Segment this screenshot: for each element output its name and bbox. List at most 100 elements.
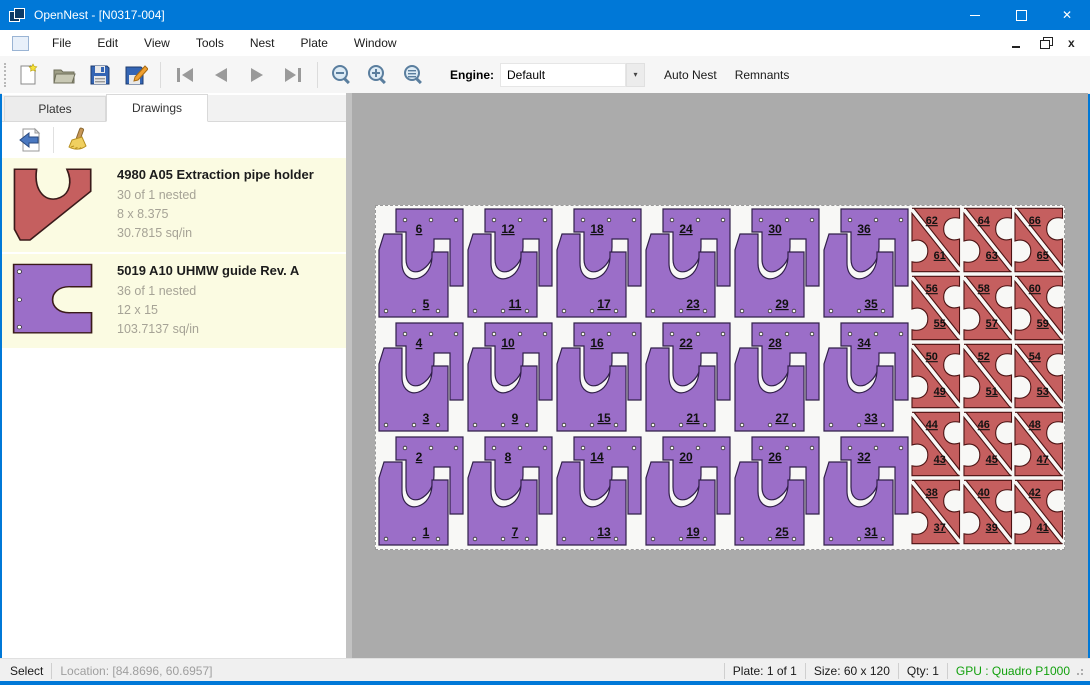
go-first-button[interactable] [168, 60, 202, 90]
part-number: 27 [775, 411, 789, 425]
nest-cell-purple-15-16[interactable]: 1615 [554, 320, 643, 434]
go-last-icon [281, 63, 305, 87]
tab-plates[interactable]: Plates [4, 96, 106, 121]
auto-nest-button[interactable]: Auto Nest [655, 62, 726, 88]
menu-item-plate[interactable]: Plate [288, 31, 341, 55]
return-drawing-icon [17, 127, 43, 153]
nest-cell-purple-1-2[interactable]: 21 [376, 434, 465, 548]
nest-cell-purple-23-24[interactable]: 2423 [643, 206, 732, 320]
part-number: 13 [597, 525, 611, 539]
part-number: 40 [977, 487, 989, 499]
toolbar-grip[interactable] [4, 63, 10, 87]
nest-cell-purple-13-14[interactable]: 1413 [554, 434, 643, 548]
menu-item-nest[interactable]: Nest [237, 31, 288, 55]
mdi-close-button[interactable]: x [1068, 37, 1082, 49]
engine-value: Default [507, 68, 545, 82]
drawing-nested-count: 30 of 1 nested [117, 186, 314, 205]
drawing-thumbnail [12, 263, 107, 331]
nest-cell-red-49-50[interactable]: 5049 [910, 342, 962, 410]
menu-item-view[interactable]: View [131, 31, 183, 55]
nest-cell-purple-35-36[interactable]: 3635 [821, 206, 910, 320]
nest-cell-purple-27-28[interactable]: 28 27 [732, 320, 821, 434]
save-button[interactable] [83, 60, 117, 90]
nest-cell-red-57-58[interactable]: 5857 [962, 274, 1014, 342]
nest-cell-red-45-46[interactable]: 4645 [962, 410, 1014, 478]
part-number: 12 [501, 222, 515, 236]
menu-item-file[interactable]: File [39, 31, 84, 55]
part-number: 42 [1029, 487, 1041, 499]
nest-cell-purple-25-26[interactable]: 2625 [732, 434, 821, 548]
part-number: 61 [934, 250, 946, 262]
nest-cell-red-41-42[interactable]: 42 41 [1013, 478, 1065, 546]
go-previous-button[interactable] [204, 60, 238, 90]
nest-cell-purple-7-8[interactable]: 87 [465, 434, 554, 548]
maximize-button[interactable] [998, 0, 1044, 30]
menu-item-window[interactable]: Window [341, 31, 410, 55]
drawing-item-1[interactable]: 4980 A05 Extraction pipe holder 30 of 1 n… [2, 158, 346, 252]
part-number: 29 [775, 297, 789, 311]
drawing-title: 5019 A10 UHMW guide Rev. A [117, 263, 299, 278]
nest-cell-red-65-66[interactable]: 6665 [1013, 206, 1065, 274]
nest-cell-red-47-48[interactable]: 4847 [1013, 410, 1065, 478]
menu-item-edit[interactable]: Edit [84, 31, 131, 55]
minimize-button[interactable] [952, 0, 998, 30]
drawing-item-2[interactable]: 5019 A10 UHMW guide Rev. A36 of 1 nested… [2, 254, 346, 348]
mdi-restore-button[interactable] [1040, 37, 1054, 49]
part-number: 64 [977, 215, 989, 227]
mdi-minimize-button[interactable] [1012, 37, 1026, 49]
statusbar-mode: Select [10, 664, 43, 678]
engine-dropdown-arrow[interactable]: ▾ [626, 63, 645, 87]
go-last-button[interactable] [276, 60, 310, 90]
go-next-button[interactable] [240, 60, 274, 90]
nest-cell-purple-11-12[interactable]: 1211 [465, 206, 554, 320]
nest-cell-red-53-54[interactable]: 5453 [1013, 342, 1065, 410]
mdi-document-icon [12, 36, 29, 51]
part-number: 20 [679, 450, 693, 464]
new-document-button[interactable] [11, 60, 45, 90]
drawing-title: 4980 A05 Extraction pipe holder [117, 167, 314, 182]
nest-cell-red-55-56[interactable]: 5655 [910, 274, 962, 342]
menu-item-tools[interactable]: Tools [183, 31, 237, 55]
window-title: OpenNest - [N0317-004] [34, 8, 165, 22]
nest-cell-purple-31-32[interactable]: 3231 [821, 434, 910, 548]
part-number: 28 [768, 336, 782, 350]
remnants-button[interactable]: Remnants [726, 62, 799, 88]
nest-cell-purple-9-10[interactable]: 109 [465, 320, 554, 434]
tab-drawings[interactable]: Drawings [106, 94, 208, 122]
nest-cell-purple-3-4[interactable]: 43 [376, 320, 465, 434]
nest-cell-purple-19-20[interactable]: 2019 [643, 434, 732, 548]
part-number: 18 [590, 222, 604, 236]
nest-cell-red-51-52[interactable]: 5251 [962, 342, 1014, 410]
resize-grip[interactable] [1076, 666, 1086, 676]
nest-cell-red-61-62[interactable]: 6261 [910, 206, 962, 274]
save-as-button[interactable] [119, 60, 153, 90]
statusbar-size: Size: 60 x 120 [814, 664, 890, 678]
part-number: 50 [926, 351, 938, 363]
clear-drawings-button[interactable] [59, 124, 95, 156]
close-button[interactable]: ✕ [1044, 0, 1090, 30]
nest-cell-purple-21-22[interactable]: 2221 [643, 320, 732, 434]
nest-cell-purple-5-6[interactable]: 65 [376, 206, 465, 320]
nest-cell-purple-29-30[interactable]: 3029 [732, 206, 821, 320]
nest-cell-purple-17-18[interactable]: 1817 [554, 206, 643, 320]
open-button[interactable] [47, 60, 81, 90]
part-number: 15 [597, 411, 611, 425]
part-number: 58 [977, 283, 989, 295]
nest-cell-purple-33-34[interactable]: 3433 [821, 320, 910, 434]
zoom-in-button[interactable] [361, 60, 395, 90]
part-number: 47 [1037, 454, 1049, 466]
nest-canvas[interactable]: 6512111817242330293635 4310916152221 28 27 3… [346, 93, 1088, 658]
part-number: 41 [1037, 522, 1049, 534]
statusbar-gpu: GPU : Quadro P1000 [956, 664, 1070, 678]
nest-cell-red-39-40[interactable]: 4039 [962, 478, 1014, 546]
part-number: 5 [423, 297, 430, 311]
zoom-fit-button[interactable] [397, 60, 431, 90]
nest-cell-red-63-64[interactable]: 6463 [962, 206, 1014, 274]
nest-cell-red-37-38[interactable]: 3837 [910, 478, 962, 546]
engine-combobox[interactable]: Default [500, 63, 626, 87]
sidebar: Plates Drawings 4980 A05 Extraction pipe… [2, 93, 346, 658]
nest-cell-red-43-44[interactable]: 4443 [910, 410, 962, 478]
zoom-out-button[interactable] [325, 60, 359, 90]
nest-cell-red-59-60[interactable]: 6059 [1013, 274, 1065, 342]
return-drawing-button[interactable] [12, 124, 48, 156]
